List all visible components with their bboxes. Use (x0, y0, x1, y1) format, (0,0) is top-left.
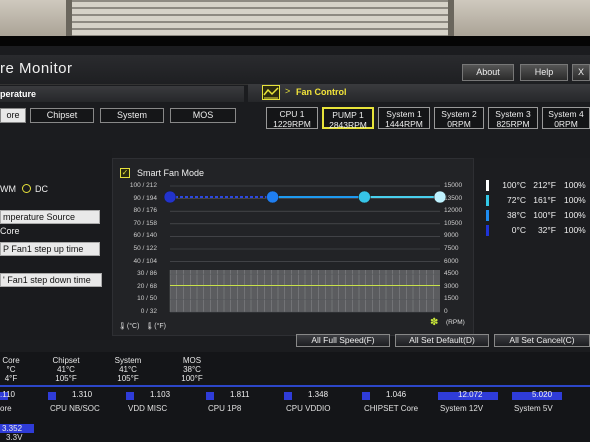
curve-point[interactable] (358, 190, 371, 204)
legend-swatch (486, 210, 489, 221)
legend-fahrenheit: 161°F (533, 195, 556, 205)
voltage-value: 1.103 (150, 390, 171, 399)
legend-row: 38°C 100°F 100% (478, 210, 590, 222)
voltage-value: 12.072 (458, 390, 483, 399)
status-system: System 41°C 105°F (114, 356, 142, 383)
fan-icon: ✽ (430, 317, 439, 328)
legend-percent: 100% (564, 225, 586, 235)
voltage-label: CPU VDDIO (286, 404, 331, 413)
voltage-value: 1.348 (308, 390, 329, 399)
voltage-3v3-label: 3.3V (6, 433, 23, 442)
voltage-value: .110 (0, 390, 15, 399)
legend-percent: 100% (564, 195, 586, 205)
voltage-label: CPU 1P8 (208, 404, 242, 413)
legend-swatch (486, 225, 489, 236)
voltage-bar (206, 392, 214, 400)
legend-row: 100°C 212°F 100% (478, 180, 590, 192)
voltage-bar (48, 392, 56, 400)
curve-point[interactable] (163, 190, 177, 204)
voltage-label: VDD MISC (128, 404, 168, 413)
voltage-bar (362, 392, 370, 400)
voltage-bar (284, 392, 292, 400)
all-full-speed-button[interactable]: All Full Speed(F) (296, 334, 390, 347)
curve-point[interactable] (433, 190, 447, 204)
legend-fahrenheit: 212°F (533, 180, 556, 190)
voltage-value: 5.020 (532, 390, 553, 399)
voltage-label: CHIPSET Core (364, 404, 419, 413)
voltage-label: System 5V (514, 404, 553, 413)
voltage-label: ore (0, 404, 12, 413)
legend-percent: 100% (564, 210, 586, 220)
status-mos: MOS 38°C 100°F (181, 356, 203, 383)
celsius-unit[interactable]: 🌡(°C) 🌡(°F) (118, 322, 166, 330)
curve-point[interactable] (266, 190, 279, 204)
legend-celsius: 0°C (511, 225, 526, 235)
legend-celsius: 100°C (502, 180, 526, 190)
voltage-divider (0, 385, 590, 387)
legend-fahrenheit: 100°F (533, 210, 556, 220)
voltage-value: 1.310 (72, 390, 93, 399)
thermometer-c-icon: 🌡 (118, 323, 127, 330)
rpm-unit: (RPM) (446, 319, 465, 326)
voltage-bar (126, 392, 134, 400)
legend-row: 0°C 32°F 100% (478, 225, 590, 237)
legend-swatch (486, 180, 489, 191)
all-set-cancel-button[interactable]: All Set Cancel(C) (494, 334, 590, 347)
all-set-default-button[interactable]: All Set Default(D) (395, 334, 489, 347)
legend-percent: 100% (564, 180, 586, 190)
legend-celsius: 38°C (507, 210, 526, 220)
legend-celsius: 72°C (507, 195, 526, 205)
thermometer-f-icon: 🌡 (145, 323, 155, 330)
status-chipset: Chipset 41°C 105°F (52, 356, 80, 383)
legend-fahrenheit: 32°F (537, 225, 556, 235)
status-core: Core °C 4°F (2, 356, 20, 383)
voltage-label: CPU NB/SOC (50, 404, 100, 413)
voltage-value: 1.811 (230, 390, 250, 399)
legend-swatch (486, 195, 489, 206)
voltage-label: System 12V (440, 404, 484, 413)
voltage-3v3-value: 3.352 (0, 424, 34, 433)
voltage-value: 1.046 (386, 390, 407, 399)
legend-row: 72°C 161°F 100% (478, 195, 590, 207)
